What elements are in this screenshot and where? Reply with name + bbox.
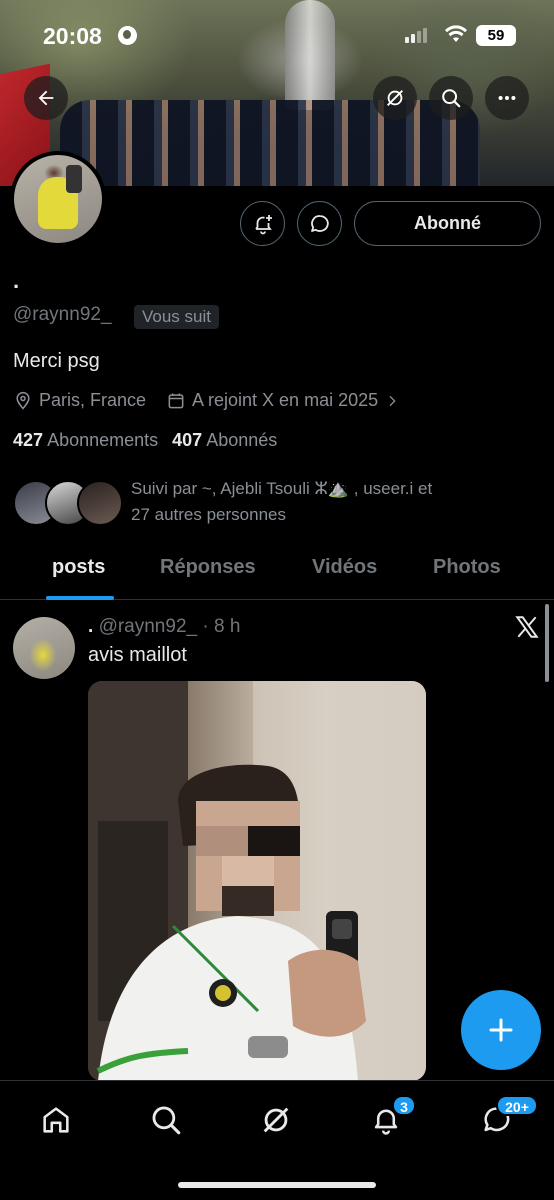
post-image[interactable] — [88, 681, 426, 1081]
post-text: avis maillot — [88, 644, 187, 666]
grok-button[interactable] — [373, 76, 417, 120]
active-tab-indicator — [46, 596, 114, 600]
home-icon[interactable] — [39, 1103, 73, 1137]
search-icon[interactable] — [149, 1103, 183, 1137]
followers-label: Abonnés — [206, 430, 278, 450]
follows-you-badge: Vous suit — [134, 305, 219, 329]
display-name: . — [13, 268, 20, 293]
following-button[interactable]: Abonné — [354, 201, 541, 246]
grok-icon — [387, 90, 403, 106]
post-time: 8 h — [213, 616, 241, 637]
x-logo-icon — [515, 616, 539, 638]
chevron-right-icon — [389, 395, 396, 406]
more-icon — [498, 95, 516, 101]
message-icon — [310, 214, 329, 232]
messages-badge: 20+ — [496, 1095, 538, 1116]
search-button[interactable] — [429, 76, 473, 120]
profile-avatar[interactable] — [10, 151, 106, 247]
tab-videos[interactable]: Vidéos — [312, 556, 377, 579]
home-indicator[interactable] — [178, 1182, 376, 1188]
post-header: . @raynn92_ · 8 h — [88, 616, 240, 638]
post-photo-illustration — [88, 681, 426, 1081]
grok-icon[interactable] — [259, 1103, 293, 1137]
following-link[interactable]: 427 Abonnements — [13, 430, 158, 450]
profile-location: Paris, France — [13, 390, 146, 411]
avatar — [77, 480, 123, 526]
wifi-icon — [445, 25, 467, 42]
status-time: 20:08 — [43, 23, 102, 49]
notification-plus-icon — [254, 214, 272, 234]
tab-photos[interactable]: Photos — [433, 556, 501, 579]
status-bar: 20:08 59 — [0, 0, 554, 72]
back-button[interactable] — [24, 76, 68, 120]
profile-tabs: posts Réponses Vidéos Photos — [0, 548, 554, 600]
battery-indicator: 59 — [476, 25, 516, 46]
followed-by-line-1: Suivi par ~, Ajebli Tsouli ⵣ⛰️ , useer.i… — [131, 479, 433, 498]
globe-icon — [118, 26, 137, 45]
scrollbar[interactable] — [545, 604, 549, 682]
location-text: Paris, France — [39, 390, 147, 410]
tab-replies[interactable]: Réponses — [160, 556, 256, 579]
profile-bio: Merci psg — [13, 350, 100, 372]
followed-by-avatars[interactable] — [13, 480, 123, 526]
cellular-signal-icon — [405, 28, 427, 43]
profile-handle: @raynn92_ — [13, 304, 112, 325]
banner-crowd — [60, 100, 480, 186]
tab-posts[interactable]: posts — [52, 556, 105, 579]
following-count: 427 — [13, 430, 44, 450]
followers-link[interactable]: 407 Abonnés — [172, 430, 277, 450]
more-button[interactable] — [485, 76, 529, 120]
compose-post-button[interactable] — [461, 990, 541, 1070]
followers-count: 407 — [172, 430, 203, 450]
post-author-name[interactable]: . — [88, 616, 93, 637]
post-avatar[interactable] — [13, 617, 75, 679]
back-arrow-icon — [38, 90, 54, 106]
following-label: Abonnements — [47, 430, 159, 450]
notifications-subscribe-button[interactable] — [240, 201, 285, 246]
profile-joined[interactable]: A rejoint X en mai 2025 — [166, 390, 400, 411]
message-button[interactable] — [297, 201, 342, 246]
post-separator: · — [202, 616, 209, 637]
search-icon — [442, 89, 461, 108]
follow-stats: 427 Abonnements 407 Abonnés — [13, 430, 277, 451]
calendar-icon — [168, 393, 184, 408]
post-author-handle[interactable]: @raynn92_ — [99, 616, 198, 637]
joined-text: A rejoint X en mai 2025 — [192, 390, 379, 410]
plus-icon — [489, 1018, 513, 1042]
followed-by-line-2: 27 autres personnes — [131, 505, 286, 524]
location-icon — [16, 391, 30, 410]
notifications-badge: 3 — [392, 1095, 416, 1116]
followed-by-text[interactable]: Suivi par ~, Ajebli Tsouli ⵣ⛰️ , useer.i… — [131, 476, 511, 528]
